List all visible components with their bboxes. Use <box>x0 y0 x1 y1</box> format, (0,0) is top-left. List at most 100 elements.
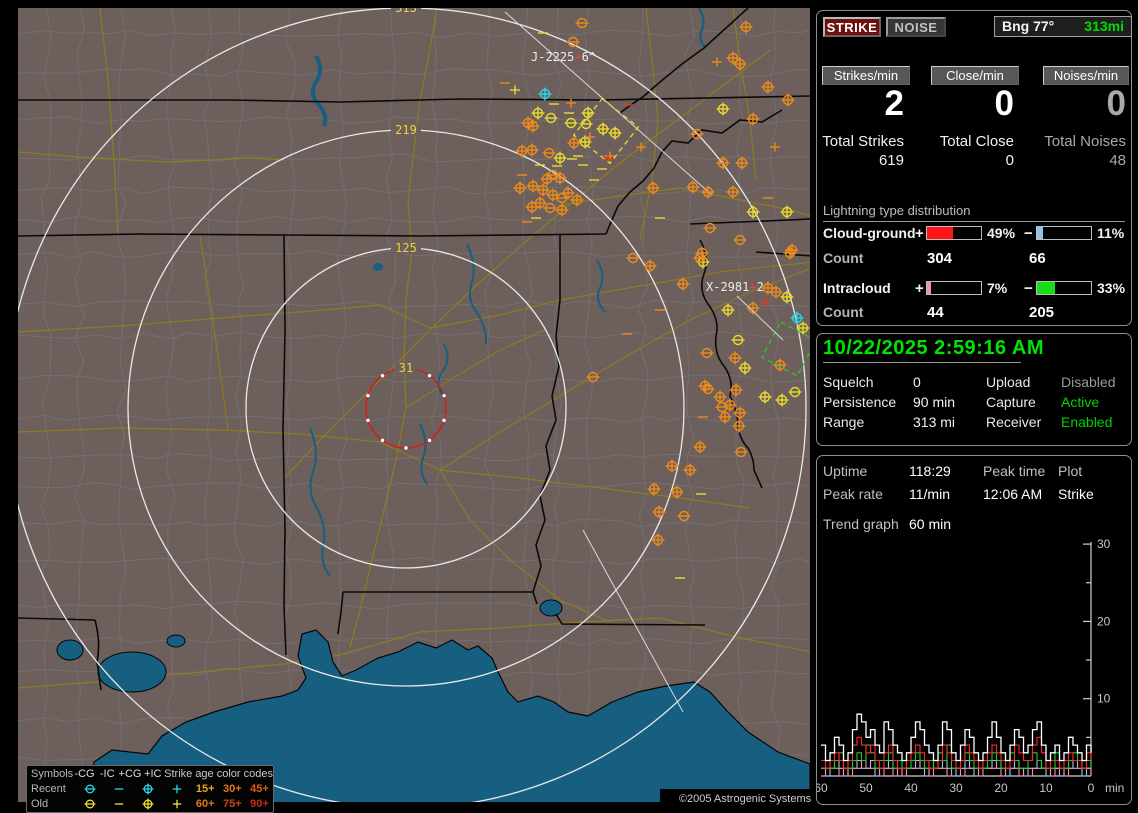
upload-status: Disabled <box>1061 374 1115 390</box>
bearing-range-value: 313mi <box>1084 17 1124 36</box>
legend-header-cg-pos: +CG <box>119 768 142 780</box>
peak-time-label: Peak time <box>983 463 1045 479</box>
range-ring-label: 313 <box>395 8 417 15</box>
svg-text:40: 40 <box>904 781 918 795</box>
close-per-min-chip[interactable]: Close/min <box>931 66 1019 85</box>
cg-negative-bar-fill <box>1037 227 1043 239</box>
total-noises-value: 48 <box>996 152 1126 169</box>
strikes-per-min-chip[interactable]: Strikes/min <box>822 66 910 85</box>
total-close-label: Total Close <box>884 133 1014 150</box>
ic-positive-old-icon <box>163 797 192 811</box>
squelch-value: 0 <box>913 374 921 390</box>
ring-dot <box>442 394 445 397</box>
ic-negative-old-icon <box>105 797 134 811</box>
intracloud-label: Intracloud <box>823 280 891 296</box>
status-panel: 10/22/2025 2:59:16 AM Squelch 0 Upload D… <box>816 333 1132 446</box>
svg-text:10: 10 <box>1039 781 1053 795</box>
ic-positive-bar-fill <box>927 282 931 294</box>
plot-label: Plot <box>1058 463 1082 479</box>
age-code-45: 45+ <box>246 783 273 795</box>
cg-positive-old-icon <box>134 797 163 811</box>
cg-positive-icon <box>134 782 163 796</box>
cg-negative-bar <box>1036 226 1092 240</box>
cg-positive-bar <box>926 226 982 240</box>
legend-old-row: Old 60+ 75+ 90+ <box>27 796 273 811</box>
persistence-value: 90 min <box>913 394 955 410</box>
range-value: 313 mi <box>913 414 955 430</box>
trend-graph-window: 60 min <box>909 516 951 532</box>
peak-rate-row: Peak rate 11/min 12:06 AM Strike <box>817 486 1133 504</box>
peak-time-value: 12:06 AM <box>983 486 1042 502</box>
legend-header-ic-pos: +IC <box>141 768 164 780</box>
datetime-display: 10/22/2025 2:59:16 AM <box>823 337 1044 360</box>
range-ring-label: 125 <box>395 241 417 255</box>
persistence-label: Persistence <box>823 394 896 410</box>
plot-mode-value: Strike <box>1058 486 1094 502</box>
ring-dot <box>404 446 407 449</box>
capture-status: Active <box>1061 394 1099 410</box>
range-ring-label: 219 <box>395 123 417 137</box>
map-symbol-legend: Symbols -CG -IC +CG +IC Strike age color… <box>26 765 274 813</box>
cg-positive-bar-fill <box>927 227 953 239</box>
svg-text:10: 10 <box>1097 692 1111 706</box>
noises-per-min-value: 0 <box>996 85 1126 123</box>
capture-label: Capture <box>986 394 1036 410</box>
bearing-display: Bng 77° 313mi <box>994 16 1132 37</box>
cg-negative-old-icon <box>76 797 105 811</box>
age-code-15: 15+ <box>192 783 219 795</box>
legend-header-ic-neg: -IC <box>96 768 119 780</box>
cg-positive-count: 304 <box>927 250 952 267</box>
ic-negative-count: 205 <box>1029 304 1054 321</box>
total-close-value: 0 <box>884 152 1014 169</box>
legend-header-row: Symbols -CG -IC +CG +IC Strike age color… <box>27 766 273 781</box>
copyright-text: ©2005 Astrogenic Systems <box>660 789 830 810</box>
squelch-row: Squelch 0 Upload Disabled <box>817 374 1133 392</box>
age-code-30: 30+ <box>219 783 246 795</box>
session-panel: Uptime 118:29 Peak time Plot Peak rate 1… <box>816 455 1132 805</box>
uptime-value: 118:29 <box>909 463 951 479</box>
ring-dot <box>428 439 431 442</box>
svg-text:20: 20 <box>994 781 1008 795</box>
noises-per-min-chip[interactable]: Noises/min <box>1043 66 1129 85</box>
uptime-label: Uptime <box>823 463 867 479</box>
legend-old-label: Old <box>27 798 76 810</box>
total-noises-label: Total Noises <box>996 133 1126 150</box>
plus-sign: + <box>915 280 924 297</box>
noise-button[interactable]: NOISE <box>886 17 946 37</box>
count-label: Count <box>823 250 863 266</box>
ring-dot <box>442 419 445 422</box>
svg-text:60: 60 <box>817 781 828 795</box>
cg-positive-pct: 49% <box>987 225 1015 241</box>
legend-header-symbols: Symbols <box>27 768 73 780</box>
ring-dot <box>381 374 384 377</box>
trend-graph-label: Trend graph <box>823 516 899 532</box>
legend-header-cg-neg: -CG <box>73 768 96 780</box>
lightning-map[interactable]: J-2225+6^X-2981+231321912531 Symbols -CG… <box>18 8 810 802</box>
cg-negative-count: 66 <box>1029 250 1046 267</box>
map-canvas: J-2225+6^X-2981+231321912531 <box>18 8 810 802</box>
svg-text:30: 30 <box>1097 537 1111 551</box>
legend-header-ages: Strike age color codes <box>164 768 273 780</box>
peak-rate-label: Peak rate <box>823 486 883 502</box>
ic-negative-pct: 33% <box>1097 280 1125 296</box>
ic-positive-bar <box>926 281 982 295</box>
ring-dot <box>381 439 384 442</box>
ring-dot <box>366 419 369 422</box>
intracloud-row: Intracloud + 7% − 33% <box>817 280 1133 296</box>
datetime-underline <box>823 362 1021 363</box>
range-row: Range 313 mi Receiver Enabled <box>817 414 1133 432</box>
svg-text:50: 50 <box>859 781 873 795</box>
close-per-min-value: 0 <box>884 85 1014 123</box>
age-code-75: 75+ <box>219 798 246 810</box>
plus-sign: + <box>915 225 924 242</box>
legend-recent-label: Recent <box>27 783 76 795</box>
cg-negative-icon <box>76 782 105 796</box>
trend-axis-labels: 1020306050403020100min <box>817 537 1124 795</box>
persistence-row: Persistence 90 min Capture Active <box>817 394 1133 412</box>
ring-dot <box>366 394 369 397</box>
app-window: J-2225+6^X-2981+231321912531 Symbols -CG… <box>0 0 1138 812</box>
age-code-90: 90+ <box>246 798 273 810</box>
squelch-label: Squelch <box>823 374 874 390</box>
strike-button[interactable]: STRIKE <box>823 17 881 37</box>
ring-dot <box>428 374 431 377</box>
